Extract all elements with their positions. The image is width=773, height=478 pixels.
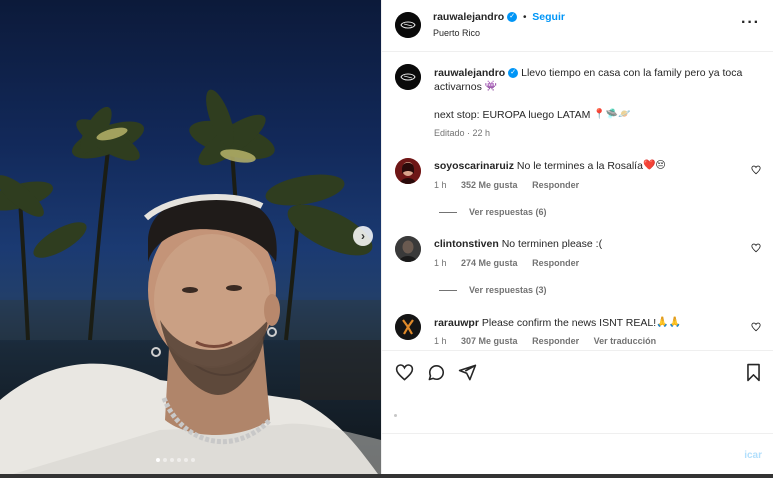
translate-button[interactable]: Ver traducción (594, 336, 657, 346)
avatar[interactable] (395, 158, 421, 184)
reply-button[interactable]: Responder (532, 336, 579, 346)
caption-avatar-wrap (395, 64, 421, 90)
caption-text-line1: Llevo tiempo en casa con la family pero … (521, 67, 743, 79)
bookmark-icon[interactable] (745, 363, 762, 382)
comment-like-heart-icon[interactable] (751, 165, 761, 175)
carousel-dots (156, 458, 195, 462)
comment-2-meta: 1 h 274 Me gusta Responder (434, 258, 579, 268)
commenter-photo (395, 314, 421, 340)
post-header: rauwalejandro ✓ • Seguir Puerto Rico ··· (382, 0, 773, 52)
post-photo[interactable]: › (0, 0, 381, 478)
view-replies-label: Ver respuestas (6) (469, 207, 547, 217)
window-bottom-bar (0, 474, 773, 478)
avatar[interactable] (395, 12, 421, 38)
comment-username[interactable]: rarauwpr (434, 317, 479, 329)
comment-text: No le termines a la Rosalía (516, 160, 643, 172)
carousel-dot (177, 458, 181, 462)
view-replies-button[interactable]: Ver respuestas (6) (439, 207, 547, 217)
comment-emoji: ❤️😔 (642, 160, 666, 172)
comment-like-heart-icon[interactable] (751, 243, 761, 253)
comment-likes[interactable]: 274 Me gusta (461, 258, 518, 268)
view-replies-label: Ver respuestas (3) (469, 285, 547, 295)
carousel-dot (156, 458, 160, 462)
caption-emoji: 👾 (484, 81, 498, 93)
carousel-next-button[interactable]: › (353, 226, 373, 246)
carousel-dot (170, 458, 174, 462)
commenter-photo (395, 236, 421, 262)
comment-time: 1 h (434, 336, 447, 346)
comment-icon[interactable] (427, 363, 446, 382)
comment-likes[interactable]: 352 Me gusta (461, 180, 518, 190)
edited-label: Editado (434, 128, 465, 138)
caption-meta: Editado · 22 h (434, 128, 491, 138)
commenter-photo (395, 158, 421, 184)
avatar[interactable] (395, 236, 421, 262)
heart-icon[interactable] (395, 363, 414, 382)
carousel-dot (191, 458, 195, 462)
author-logo-icon (395, 64, 421, 90)
comment-3: rarauwpr Please confirm the news ISNT RE… (434, 316, 681, 330)
comment-like-heart-icon[interactable] (751, 322, 761, 332)
comment-likes[interactable]: 307 Me gusta (461, 336, 518, 346)
comment-emoji: 🙏🙏 (656, 317, 682, 329)
share-icon[interactable] (458, 363, 477, 382)
divider-line (439, 289, 457, 291)
avatar[interactable] (395, 314, 421, 340)
post-actions-bar (382, 350, 773, 392)
caption-text-line2: activarnos (434, 81, 482, 93)
separator-dot: • (522, 12, 527, 23)
comment-3-meta: 1 h 307 Me gusta Responder Ver traducció… (434, 336, 656, 346)
caption-emojis: 📍🛸🪐 (593, 109, 631, 121)
comment-text: No terminen please :( (501, 238, 603, 250)
publish-button[interactable]: icar (744, 450, 762, 461)
carousel-dot (184, 458, 188, 462)
comment-username[interactable]: clintonstiven (434, 238, 499, 250)
reply-button[interactable]: Responder (532, 180, 579, 190)
divider-line (439, 211, 457, 213)
caption-username[interactable]: rauwalejandro (434, 67, 505, 79)
carousel-dot (163, 458, 167, 462)
chevron-right-icon: › (361, 229, 365, 243)
view-replies-button[interactable]: Ver respuestas (3) (439, 285, 547, 295)
caption: rauwalejandro ✓ Llevo tiempo en casa con … (434, 66, 762, 94)
comment-1: soyoscarinaruiz No le termines a la Rosa… (434, 159, 666, 173)
post-details-panel: rauwalejandro ✓ • Seguir Puerto Rico ··· … (381, 0, 773, 478)
comment-2: clintonstiven No terminen please :( (434, 237, 602, 251)
author-logo-icon (395, 12, 421, 38)
caption-text-line3: next stop: EUROPA luego LATAM (434, 109, 591, 121)
verified-badge-icon: ✓ (508, 68, 519, 79)
post-author-username[interactable]: rauwalejandro (433, 11, 504, 23)
reply-button[interactable]: Responder (532, 258, 579, 268)
comment-username[interactable]: soyoscarinaruiz (434, 160, 514, 172)
post-location[interactable]: Puerto Rico (433, 28, 480, 38)
comment-1-meta: 1 h 352 Me gusta Responder (434, 180, 579, 190)
comment-text: Please confirm the news ISNT REAL! (481, 317, 657, 329)
caption-time: 22 h (472, 128, 491, 138)
header-user-line: rauwalejandro ✓ • Seguir (433, 11, 565, 23)
more-options-icon[interactable]: ··· (741, 14, 760, 32)
caption-line3: next stop: EUROPA luego LATAM 📍🛸🪐 (434, 108, 631, 122)
follow-button[interactable]: Seguir (532, 11, 565, 23)
photo-scene (0, 89, 381, 478)
verified-badge-icon: ✓ (507, 12, 518, 23)
add-comment-box[interactable]: icar (382, 433, 773, 478)
comment-time: 1 h (434, 180, 447, 190)
comment-time: 1 h (434, 258, 447, 268)
placeholder-dot (394, 414, 397, 417)
avatar[interactable] (395, 64, 421, 90)
